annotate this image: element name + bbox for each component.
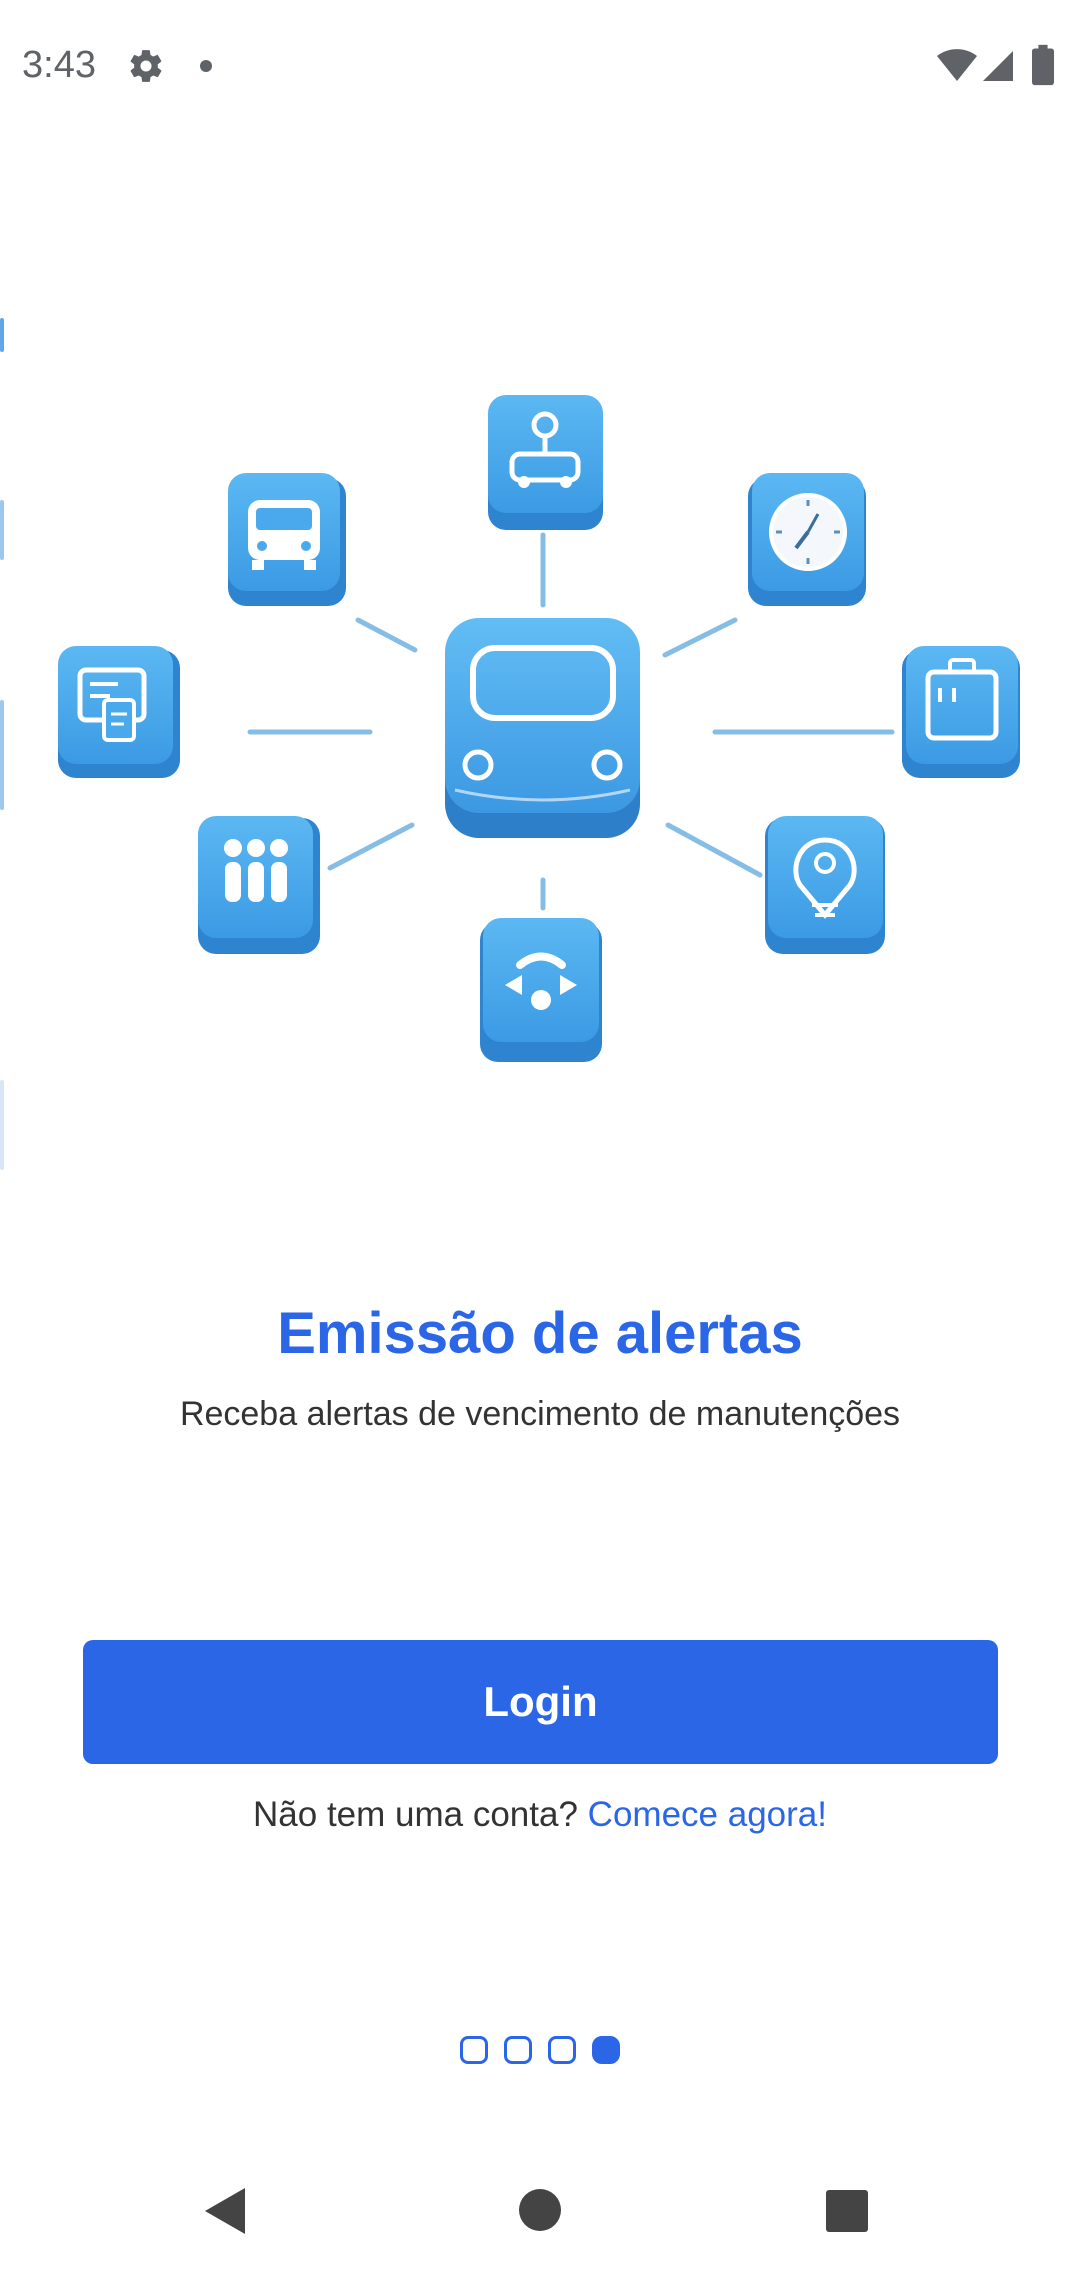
system-nav-bar (0, 2160, 1080, 2280)
page-indicators (0, 2036, 1080, 2064)
car-icon (445, 618, 640, 838)
signup-prompt: Não tem uma conta? (253, 1795, 578, 1834)
equalizer-icon (198, 816, 320, 954)
signup-line: Não tem uma conta? Comece agora! (0, 1795, 1080, 1835)
page-indicator-1[interactable] (460, 2036, 488, 2064)
recent-apps-icon[interactable] (826, 2190, 868, 2232)
clock-icon (748, 473, 866, 606)
steering-icon (480, 918, 602, 1062)
signup-link[interactable]: Comece agora! (588, 1795, 827, 1834)
document-icon (58, 646, 180, 778)
status-bar: 3:43 (0, 0, 1080, 132)
edge-fragment (0, 1080, 4, 1170)
back-icon[interactable] (205, 2188, 245, 2234)
signal-icon (983, 51, 1013, 81)
page-indicator-2[interactable] (504, 2036, 532, 2064)
page-indicator-3[interactable] (548, 2036, 576, 2064)
van-icon (228, 473, 346, 606)
map-pin-route-icon (488, 395, 603, 530)
location-target-icon (765, 816, 885, 954)
onboarding-title: Emissão de alertas (277, 1301, 803, 1366)
maintenance-illustration (58, 395, 1020, 1062)
edge-fragment (0, 318, 4, 352)
onboarding-subtitle: Receba alertas de vencimento de manutenç… (179, 1395, 901, 1433)
wifi-icon (937, 49, 977, 81)
status-time: 3:43 (22, 44, 96, 86)
battery-icon (1032, 44, 1054, 86)
toolbox-icon (902, 646, 1020, 778)
page-indicator-4-active[interactable] (592, 2036, 620, 2064)
login-button[interactable]: Login (83, 1640, 998, 1764)
home-icon[interactable] (519, 2189, 561, 2231)
gear-icon (130, 50, 162, 82)
notification-dot-icon (200, 60, 212, 72)
